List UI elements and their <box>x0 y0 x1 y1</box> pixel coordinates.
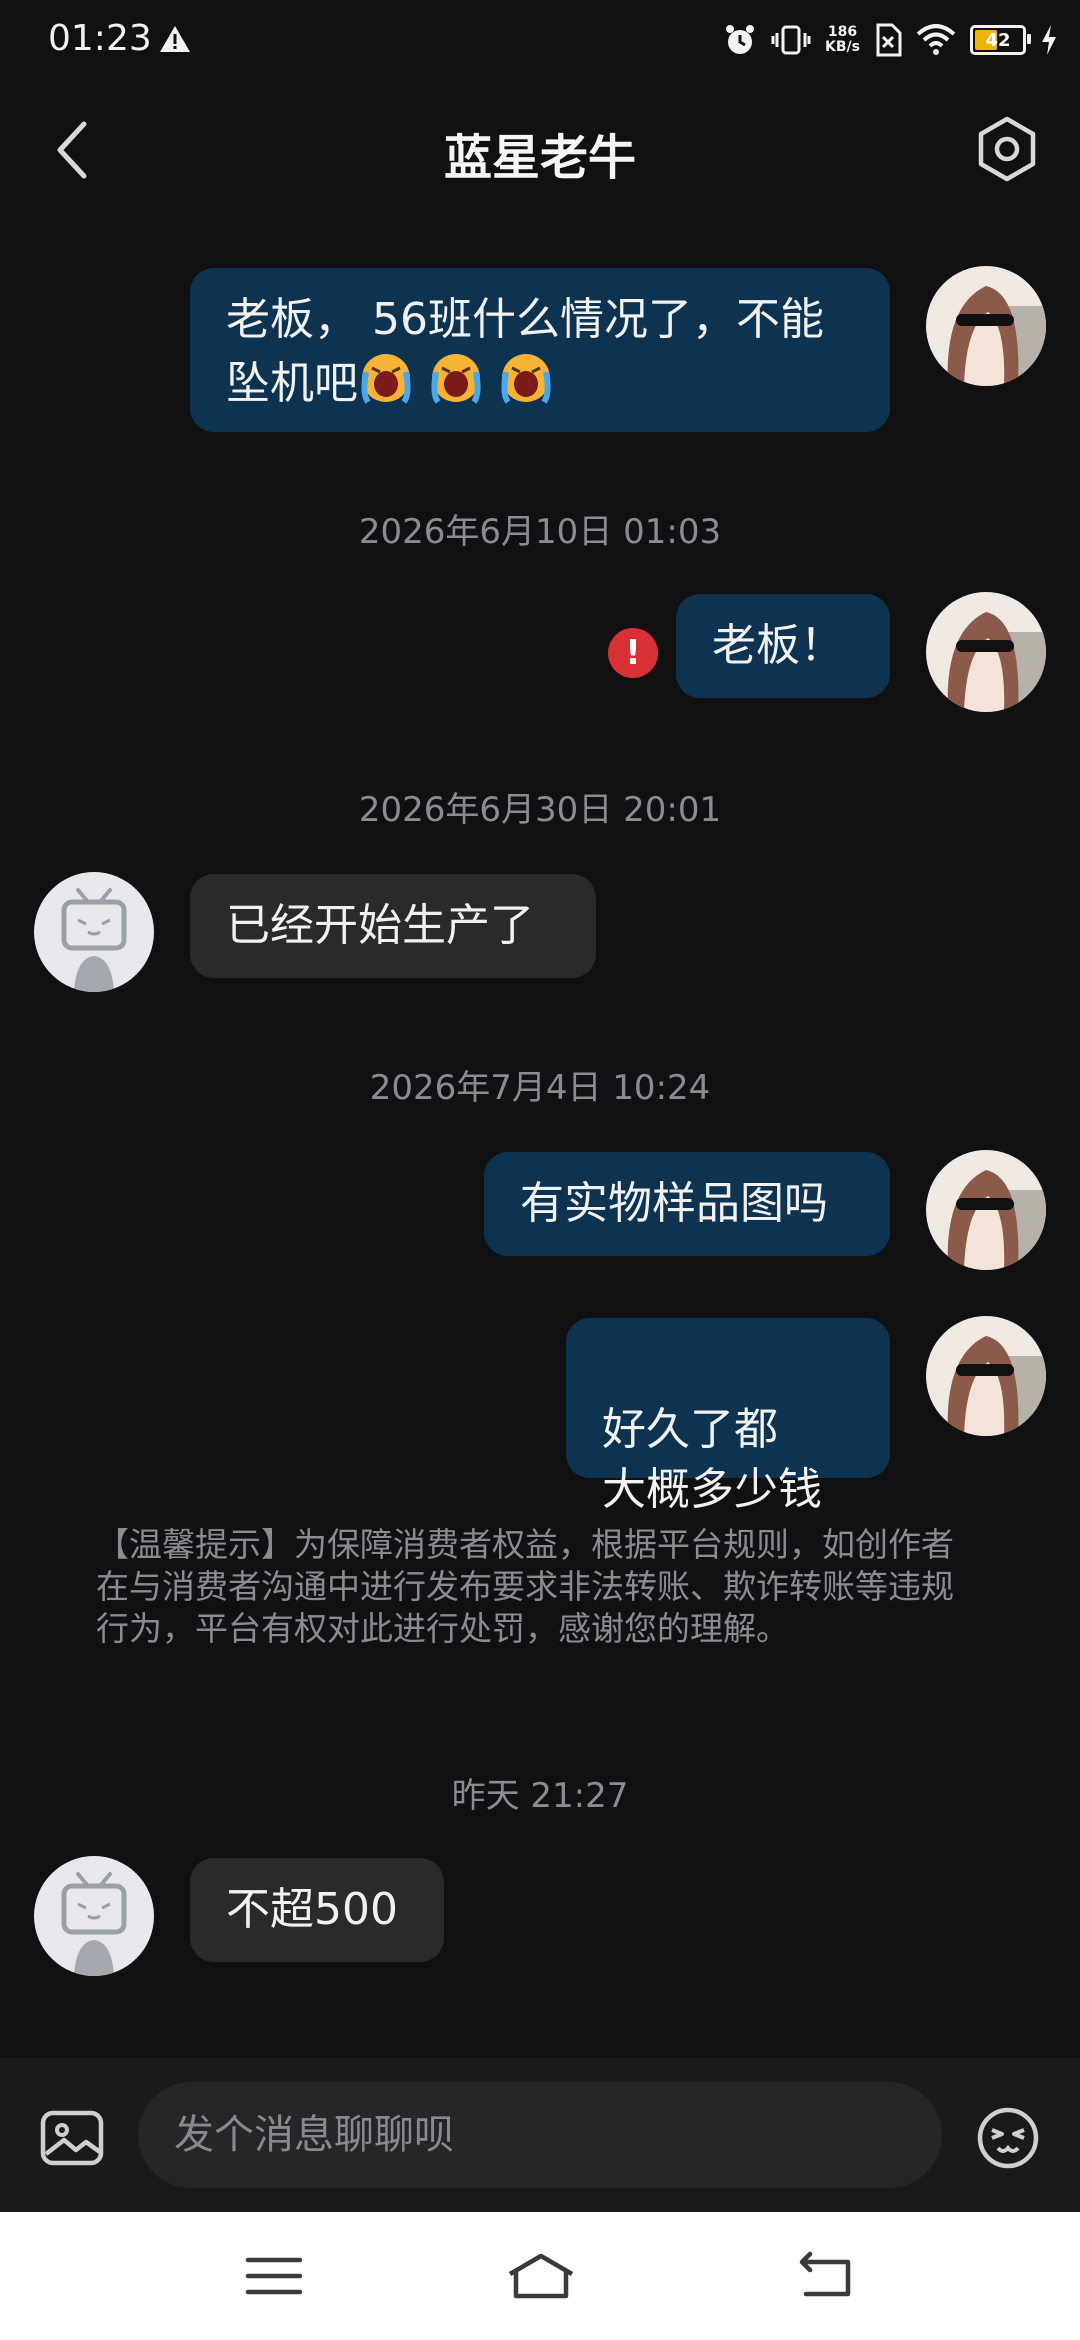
network-speed-value: 186 <box>827 24 858 40</box>
message-timestamp: 2026年6月30日 20:01 <box>358 790 722 830</box>
battery-level: 42 <box>985 29 1011 51</box>
chat-title: 蓝星老牛 <box>443 130 636 186</box>
battery-icon: 42 <box>970 25 1031 55</box>
wifi-icon <box>916 24 956 55</box>
message-bubble-received[interactable]: 不超500 <box>190 1858 444 1962</box>
platform-notice: 【温馨提示】为保障消费者权益，根据平台规则，如创作者在与消费者沟通中进行发布要求… <box>96 1525 954 1648</box>
back-nav-icon[interactable] <box>796 2250 856 2302</box>
anime-girl-avatar-icon <box>926 266 1046 386</box>
anime-girl-avatar-icon <box>926 1316 1046 1436</box>
message-input[interactable] <box>138 2082 942 2188</box>
crying-emoji-icon <box>501 354 551 404</box>
message-text: 有实物样品图吗 <box>520 1178 828 1229</box>
message-text: 老板！ <box>712 620 844 671</box>
network-speed-unit: KB/s <box>825 39 860 55</box>
message-text: 已经开始生产了 <box>226 900 534 951</box>
crying-emoji-row <box>358 350 554 422</box>
vibrate-icon <box>771 25 811 55</box>
message-timestamp: 2026年6月10日 01:03 <box>358 512 722 552</box>
tv-mascot-avatar-icon <box>34 1856 154 1976</box>
message-bubble-sent[interactable]: 老板， 56班什么情况了，不能坠机吧 <box>190 268 890 432</box>
send-failed-icon[interactable]: ! <box>608 628 658 678</box>
network-speed: 186 KB/s <box>825 25 860 55</box>
message-bubble-received[interactable]: 已经开始生产了 <box>190 874 596 978</box>
contact-avatar[interactable] <box>34 872 154 992</box>
self-avatar[interactable] <box>926 1316 1046 1436</box>
status-icons: 186 KB/s 42 <box>723 18 1058 62</box>
anime-girl-avatar-icon <box>926 1150 1046 1270</box>
settings-icon[interactable] <box>974 116 1040 182</box>
home-icon[interactable] <box>506 2250 576 2302</box>
status-time: 01:23 <box>48 18 152 59</box>
menu-icon[interactable] <box>244 2250 304 2302</box>
message-timestamp: 2026年7月4日 10:24 <box>369 1068 711 1108</box>
contact-avatar[interactable] <box>34 1856 154 1976</box>
message-bubble-sent[interactable]: 老板！ <box>676 594 890 698</box>
crying-emoji-icon <box>431 354 481 404</box>
image-picker-button[interactable] <box>40 2110 104 2166</box>
crying-emoji-icon <box>361 354 411 404</box>
alarm-icon <box>726 25 755 54</box>
no-sim-icon <box>876 23 902 57</box>
charging-icon <box>1042 25 1056 55</box>
self-avatar[interactable] <box>926 266 1046 386</box>
message-text: 好久了都 大概多少钱 <box>602 1404 822 1515</box>
anime-girl-avatar-icon <box>926 592 1046 712</box>
emoji-button[interactable] <box>976 2106 1040 2170</box>
message-bubble-sent[interactable]: 有实物样品图吗 <box>484 1152 890 1256</box>
message-text: 不超500 <box>226 1884 398 1935</box>
message-bubble-sent[interactable]: 好久了都 大概多少钱 <box>566 1318 890 1515</box>
tv-mascot-avatar-icon <box>34 872 154 992</box>
warning-icon <box>160 26 190 52</box>
self-avatar[interactable] <box>926 1150 1046 1270</box>
message-timestamp: 昨天 21:27 <box>451 1776 629 1816</box>
self-avatar[interactable] <box>926 592 1046 712</box>
